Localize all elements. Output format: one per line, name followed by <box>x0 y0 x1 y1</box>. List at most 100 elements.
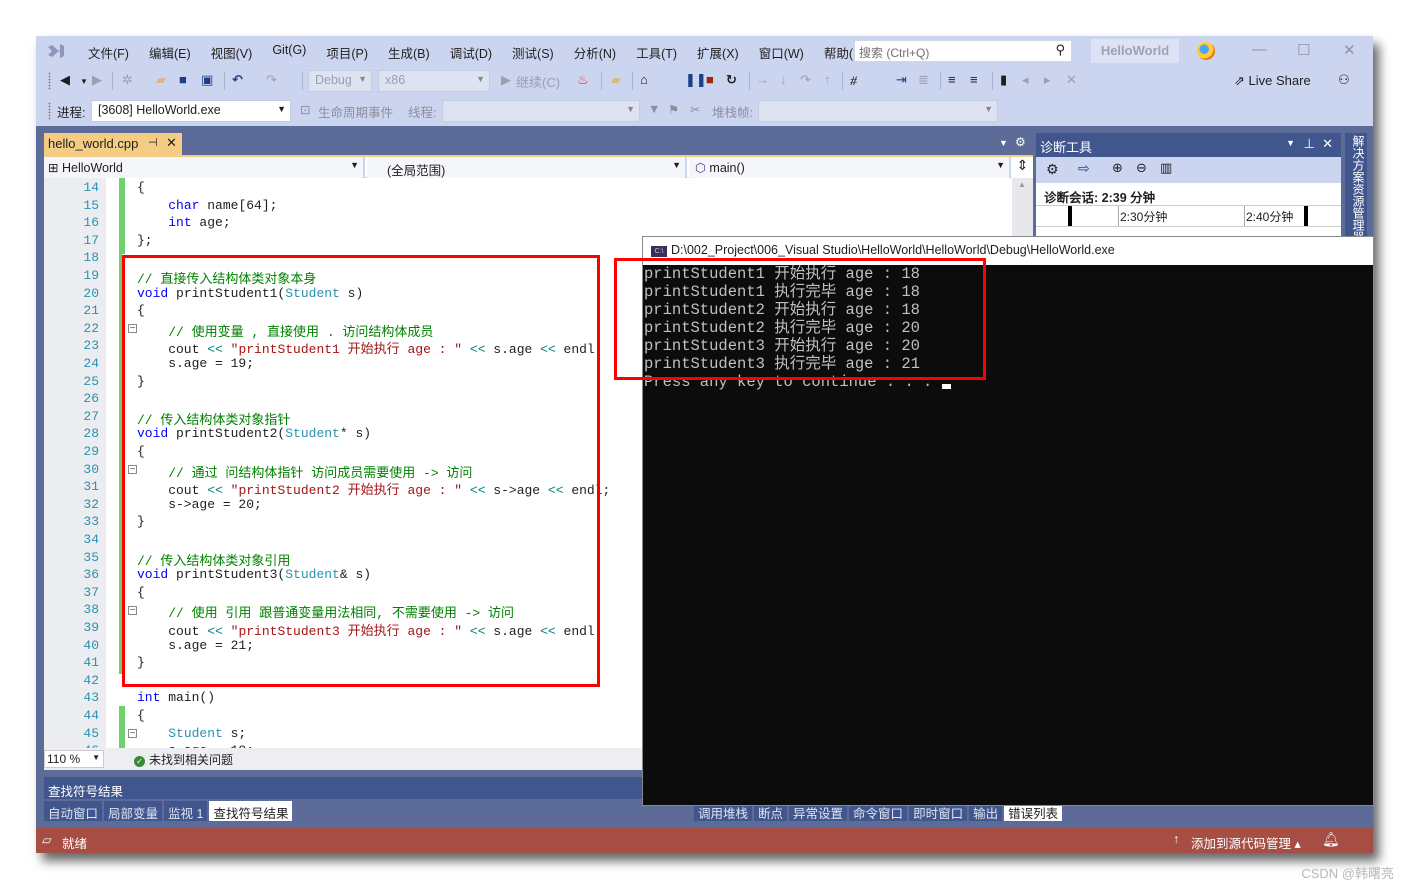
filter-icon[interactable]: ▼ <box>648 102 660 116</box>
tab-list-dropdown-icon[interactable]: ▼ <box>999 138 1008 148</box>
code-line[interactable]: Student s; <box>137 726 246 741</box>
stop-icon[interactable]: ■ <box>706 72 714 87</box>
code-line[interactable]: char name[64]; <box>137 198 277 213</box>
settings-gear-icon[interactable]: ⚙ <box>1015 135 1026 149</box>
settings-gear-icon[interactable]: ⚙ <box>1046 161 1059 178</box>
notifications-bell-icon[interactable]: 🔔︎ <box>1322 831 1340 848</box>
show-next-statement-icon[interactable]: → <box>756 72 769 87</box>
bottom-tab[interactable]: 局部变量 <box>104 801 163 821</box>
flag-icon[interactable]: ⚑ <box>668 102 679 117</box>
menu-item[interactable]: 窗口(W) <box>749 43 814 62</box>
step-out-icon[interactable]: ↑ <box>824 72 831 87</box>
continue-button[interactable]: 继续(C) <box>516 72 560 91</box>
bookmark-icon[interactable]: ▮ <box>1000 72 1007 88</box>
feedback-icon[interactable]: ⚇ <box>1338 72 1350 88</box>
uncomment-icon[interactable]: ≡ <box>970 72 978 87</box>
menu-item[interactable]: 分析(N) <box>564 43 626 62</box>
format-icon[interactable]: ≣ <box>918 72 929 88</box>
forward-icon[interactable]: ▶ <box>92 72 102 88</box>
menu-item[interactable]: 调试(D) <box>440 43 502 62</box>
timeline-ruler[interactable]: 2:30分钟 2:40分钟 <box>1036 205 1341 227</box>
console-cursor <box>941 384 951 389</box>
menu-item[interactable]: 文件(F) <box>78 43 139 62</box>
bottom-tab[interactable]: 查找符号结果 <box>209 801 293 821</box>
thread-dropdown[interactable]: ▼ <box>442 100 640 122</box>
next-bookmark-icon[interactable]: ▸ <box>1044 72 1051 88</box>
panel-menu-icon[interactable]: ▼ <box>1286 138 1295 148</box>
menu-item[interactable]: 工具(T) <box>626 43 687 62</box>
zoom-out-icon[interactable]: ⊖ <box>1136 160 1147 176</box>
scope-dropdown[interactable]: (全局范围) ▼ <box>367 157 687 178</box>
expand-icon[interactable]: ✂ <box>690 102 700 117</box>
menu-item[interactable]: 视图(V) <box>201 43 263 62</box>
menu-item[interactable]: 编辑(E) <box>139 43 201 62</box>
hot-reload-icon[interactable]: ♨ <box>577 72 589 88</box>
lifecycle-events-icon: ⊡ <box>300 103 311 117</box>
breakpoints-icon[interactable]: ⧣ <box>850 72 857 88</box>
new-project-icon[interactable]: ✲ <box>122 72 133 88</box>
menu-item[interactable]: 生成(B) <box>378 43 440 62</box>
bottom-tab[interactable]: 自动窗口 <box>44 801 103 821</box>
close-tab-icon[interactable]: ✕ <box>166 135 177 151</box>
platform-dropdown[interactable]: x86 ▼ <box>378 70 490 92</box>
continue-icon[interactable]: ▶ <box>501 72 511 88</box>
pause-icon[interactable]: ❚❚ <box>685 72 707 88</box>
menu-item[interactable]: 测试(S) <box>502 43 564 62</box>
menu-item[interactable]: 项目(P) <box>316 43 378 62</box>
maximize-button[interactable]: ☐ <box>1297 41 1310 59</box>
add-to-source-control-button[interactable]: 添加到源代码管理 ▴ <box>1191 833 1301 852</box>
zoom-in-icon[interactable]: ⊕ <box>1112 160 1123 176</box>
step-into-icon[interactable]: ↓ <box>780 72 787 87</box>
export-icon[interactable]: ⇨ <box>1078 160 1090 177</box>
prev-bookmark-icon[interactable]: ◂ <box>1022 72 1029 88</box>
open-file-icon[interactable]: ▰ <box>156 72 166 88</box>
restart-icon[interactable]: ↻ <box>726 72 737 88</box>
lifecycle-events-button[interactable]: 生命周期事件 <box>318 102 393 121</box>
close-button[interactable]: ✕ <box>1343 41 1356 59</box>
comment-icon[interactable]: ≡ <box>948 72 956 87</box>
process-dropdown[interactable]: [3608] HelloWorld.exe ▼ <box>91 100 291 122</box>
application-icon[interactable]: ⌂ <box>640 72 648 87</box>
clear-bookmarks-icon[interactable]: ✕ <box>1066 72 1077 88</box>
back-icon[interactable]: ◀ <box>60 72 70 88</box>
timeline-tick: 2:30分钟 <box>1120 210 1168 224</box>
menu-item[interactable]: Git(G) <box>262 43 316 62</box>
minimize-button[interactable]: — <box>1252 41 1267 58</box>
close-panel-icon[interactable]: ✕ <box>1322 136 1333 152</box>
run-to-cursor-icon[interactable]: ⇥ <box>896 72 907 88</box>
step-over-icon[interactable]: ↷ <box>800 72 811 88</box>
bottom-tab[interactable]: 监视 1 <box>164 801 208 821</box>
stackframe-dropdown[interactable]: ▼ <box>758 100 998 122</box>
search-input[interactable]: 搜索 (Ctrl+Q) ⚲ <box>854 40 1072 62</box>
configuration-dropdown[interactable]: Debug ▼ <box>308 70 372 92</box>
account-avatar[interactable] <box>1197 42 1215 60</box>
save-icon[interactable]: ■ <box>179 72 187 87</box>
collapse-icon[interactable]: − <box>128 729 137 739</box>
split-editor-button[interactable]: ⇕ <box>1012 157 1033 178</box>
chart-icon[interactable]: ▥ <box>1160 160 1172 176</box>
find-in-files-icon[interactable]: ▰ <box>611 72 621 88</box>
line-number: 21 <box>83 303 99 319</box>
redo-icon[interactable]: ↷ <box>266 72 277 88</box>
line-number: 23 <box>83 338 99 354</box>
tab-hello-world-cpp[interactable]: hello_world.cpp ⊣ ✕ <box>44 133 182 155</box>
undo-icon[interactable]: ↶ <box>232 72 243 88</box>
line-number: 40 <box>83 637 99 653</box>
ready-icon: ▱ <box>42 833 52 847</box>
code-line[interactable]: int main() <box>137 690 215 705</box>
code-line[interactable]: { <box>137 708 145 723</box>
timeline-tick: 2:40分钟 <box>1246 210 1294 224</box>
code-line[interactable]: int age; <box>137 215 230 230</box>
save-all-icon[interactable]: ▣ <box>201 72 213 88</box>
pin-icon[interactable]: ⊣ <box>148 136 158 149</box>
back-dropdown-icon[interactable]: ▼ <box>80 77 88 86</box>
code-line[interactable]: }; <box>137 233 153 248</box>
project-dropdown[interactable]: ⊞ HelloWorld ▼ <box>44 157 365 178</box>
member-dropdown[interactable]: ⬡ main() ▼ <box>689 157 1011 178</box>
code-line[interactable]: { <box>137 180 145 195</box>
menu-item[interactable]: 扩展(X) <box>687 43 749 62</box>
live-share-button[interactable]: ⇗ Live Share <box>1234 73 1311 89</box>
issues-indicator[interactable]: ✓ 未找到相关问题 <box>134 751 233 768</box>
pin-icon[interactable]: ⊥ <box>1304 136 1315 152</box>
zoom-dropdown[interactable]: 110 % ▼ <box>44 750 104 768</box>
